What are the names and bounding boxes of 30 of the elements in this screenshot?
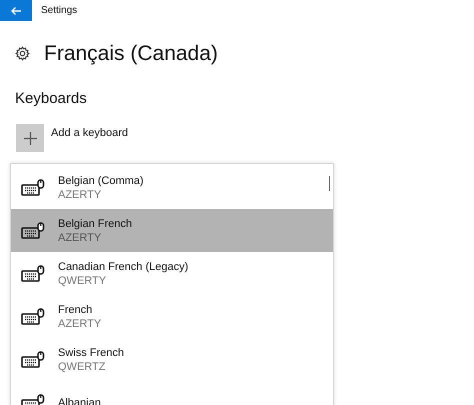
keyboard-layout: AZERTY [58, 230, 102, 244]
keyboard-option[interactable]: French AZERTY [11, 295, 333, 338]
keyboard-layout: AZERTY [58, 316, 102, 330]
keyboard-icon [21, 178, 45, 196]
keyboard-option[interactable]: Belgian (Comma) AZERTY [11, 166, 333, 209]
keyboard-option[interactable]: Swiss French QWERTZ [11, 338, 333, 381]
section-title: Keyboards [15, 88, 88, 108]
keyboard-layout: AZERTY [58, 188, 102, 202]
keyboard-option[interactable]: Belgian French AZERTY [11, 209, 333, 252]
keyboard-name: Belgian (Comma) [58, 174, 144, 188]
keyboard-layout: QWERTZ [58, 360, 106, 374]
keyboard-icon [21, 350, 45, 368]
keyboard-icon [21, 308, 45, 326]
add-keyboard-label[interactable]: Add a keyboard [51, 125, 128, 142]
add-keyboard-button[interactable] [16, 124, 44, 152]
gear-icon [15, 46, 30, 62]
back-arrow-icon [10, 6, 22, 16]
keyboard-icon [21, 264, 45, 282]
keyboard-name: Canadian French (Legacy) [58, 260, 188, 274]
back-button[interactable] [0, 0, 32, 21]
keyboard-option[interactable]: Canadian French (Legacy) QWERTY [11, 252, 333, 295]
keyboard-name: French [58, 302, 94, 316]
keyboard-layout: QWERTY [58, 274, 108, 288]
plus-icon [24, 132, 36, 144]
keyboard-name: Belgian French [58, 216, 132, 230]
keyboard-icon [21, 222, 45, 240]
keyboard-name: Swiss French [58, 346, 124, 360]
page-title: Français (Canada) [44, 41, 218, 67]
scrollbar-thumb[interactable] [328, 176, 330, 191]
window-title: Settings [41, 4, 78, 18]
